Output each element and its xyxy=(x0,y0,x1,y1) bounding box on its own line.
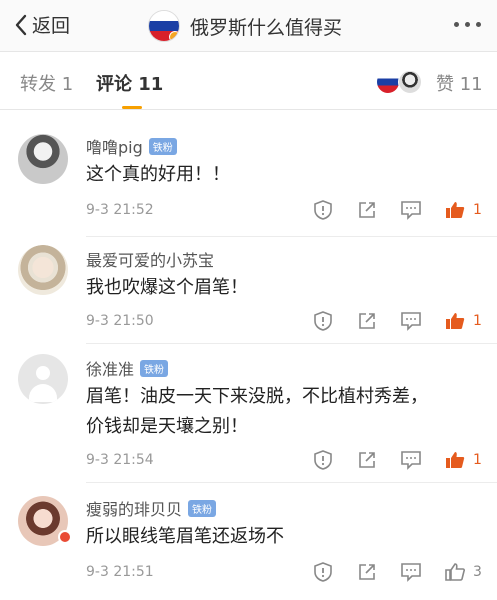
fan-badge: 铁粉 xyxy=(140,359,169,377)
liker-avatars[interactable] xyxy=(376,70,422,94)
comment-username[interactable]: 噜噜pig 铁粉 xyxy=(86,134,177,158)
chevron-left-icon xyxy=(15,14,27,35)
comment-text: 所以眼线笔眉笔还返场不 xyxy=(86,526,284,547)
comment-actions: 1 xyxy=(311,198,483,222)
comment-item: 噜噜pig 铁粉 这个真的好用！！ 9-3 21:52 1 xyxy=(0,122,497,237)
divider xyxy=(86,482,497,483)
comment-text-line: 眉笔！油皮一天下来没脱，不比植村秀差， xyxy=(86,386,428,407)
comment-text: 我也吹爆这个眉笔！ xyxy=(86,277,248,298)
reply-icon[interactable] xyxy=(399,309,423,333)
comment-username[interactable]: 徐准准 铁粉 xyxy=(86,356,169,380)
username-text: 噜噜pig xyxy=(86,138,143,157)
like-icon[interactable] xyxy=(443,198,467,222)
share-icon[interactable] xyxy=(355,198,379,222)
liker-avatar xyxy=(398,70,422,94)
tab-comments[interactable]: 评论 11 xyxy=(96,70,163,96)
comment-text: 眉笔！油皮一天下来没脱，不比植村秀差， 价钱却是天壤之别！ xyxy=(86,382,486,442)
back-label: 返回 xyxy=(32,15,71,37)
like-count: 1 xyxy=(473,313,482,329)
report-icon[interactable] xyxy=(311,198,335,222)
tab-likes[interactable]: 赞 11 xyxy=(436,70,483,96)
active-tab-indicator xyxy=(122,106,142,109)
back-button[interactable]: 返回 xyxy=(14,11,70,38)
username-text: 徐准准 xyxy=(86,360,135,379)
fan-badge: 铁粉 xyxy=(148,137,177,155)
comment-username[interactable]: 瘦弱的琲贝贝 铁粉 xyxy=(86,496,217,520)
vip-badge-icon xyxy=(58,530,72,544)
page-title: 俄罗斯什么值得买 xyxy=(190,16,343,39)
reply-icon[interactable] xyxy=(399,198,423,222)
avatar[interactable] xyxy=(18,354,68,404)
comment-time: 9-3 21:54 xyxy=(86,452,154,468)
share-icon[interactable] xyxy=(355,448,379,472)
comment-time: 9-3 21:50 xyxy=(86,313,154,329)
share-icon[interactable] xyxy=(355,309,379,333)
comment-actions: 3 xyxy=(311,560,483,584)
like-count: 3 xyxy=(473,564,482,580)
liker-avatar xyxy=(376,70,400,94)
avatar[interactable] xyxy=(18,245,68,295)
top-nav-bar: 返回 俄罗斯什么值得买 xyxy=(0,0,497,52)
comment-text-line: 价钱却是天壤之别！ xyxy=(86,416,248,437)
like-icon[interactable] xyxy=(443,448,467,472)
report-icon[interactable] xyxy=(311,309,335,333)
comment-time: 9-3 21:52 xyxy=(86,202,154,218)
page-title-group[interactable]: 俄罗斯什么值得买 xyxy=(148,10,342,42)
fan-badge: 铁粉 xyxy=(188,499,217,517)
verified-badge-icon xyxy=(169,31,179,41)
comment-item: 瘦弱的琲贝贝 铁粉 所以眼线笔眉笔还返场不 9-3 21:51 3 xyxy=(0,484,497,600)
like-count: 1 xyxy=(473,452,482,468)
report-icon[interactable] xyxy=(311,448,335,472)
reply-icon[interactable] xyxy=(399,560,423,584)
account-avatar[interactable] xyxy=(148,10,180,42)
comment-actions: 1 xyxy=(311,309,483,333)
report-icon[interactable] xyxy=(311,560,335,584)
share-icon[interactable] xyxy=(355,560,379,584)
comment-tabs: 转发 1 评论 11 赞 11 xyxy=(0,52,497,110)
reply-icon[interactable] xyxy=(399,448,423,472)
comment-text: 这个真的好用！！ xyxy=(86,164,230,185)
username-text: 最爱可爱的小苏宝 xyxy=(86,251,215,270)
comment-username[interactable]: 最爱可爱的小苏宝 xyxy=(86,247,214,271)
avatar[interactable] xyxy=(18,134,68,184)
comment-actions: 1 xyxy=(311,448,483,472)
more-options-icon[interactable] xyxy=(454,22,481,27)
comment-item: 徐准准 铁粉 眉笔！油皮一天下来没脱，不比植村秀差， 价钱却是天壤之别！ 9-3… xyxy=(0,344,497,484)
comment-time: 9-3 21:51 xyxy=(86,564,154,580)
like-icon[interactable] xyxy=(443,560,467,584)
username-text: 瘦弱的琲贝贝 xyxy=(86,500,183,519)
tab-reposts[interactable]: 转发 1 xyxy=(20,70,73,96)
like-count: 1 xyxy=(473,202,482,218)
comment-item: 最爱可爱的小苏宝 我也吹爆这个眉笔！ 9-3 21:50 1 xyxy=(0,237,497,352)
like-icon[interactable] xyxy=(443,309,467,333)
